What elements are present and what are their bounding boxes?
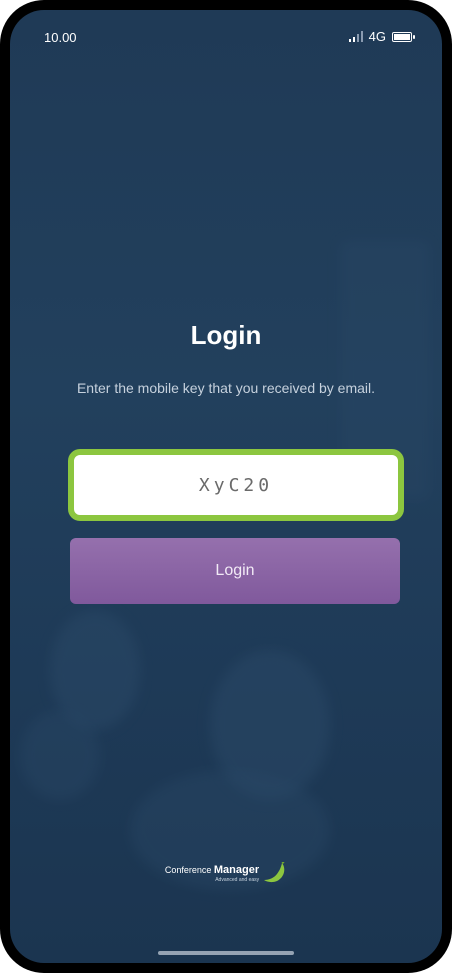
- brand-name-bold: Manager: [213, 863, 260, 876]
- background-crowd: [20, 710, 100, 800]
- signal-icon: [348, 31, 363, 42]
- home-indicator[interactable]: [158, 951, 294, 955]
- network-type: 4G: [368, 29, 386, 44]
- login-instructions: Enter the mobile key that you received b…: [76, 380, 376, 396]
- banana-logo-icon: [264, 862, 285, 883]
- mobile-key-field-highlight: [68, 449, 404, 521]
- page-title: Login: [190, 320, 262, 350]
- brand-tagline: Advanced and easy: [215, 876, 260, 883]
- brand-name-prefix: Conference: [164, 864, 212, 875]
- status-bar: 10.00 4G: [10, 10, 442, 58]
- mobile-key-input[interactable]: [74, 455, 398, 515]
- conference-manager-logo: Conference Manager Advanced and easy: [10, 862, 442, 884]
- brand-text: Conference Manager Advanced and easy: [165, 864, 259, 883]
- login-button[interactable]: Login: [70, 538, 400, 604]
- phone-frame: 10.00 4G Login Enter the mobile key that…: [0, 0, 452, 973]
- status-time: 10.00: [44, 30, 77, 45]
- battery-icon: [392, 31, 415, 42]
- status-indicators: 4G: [348, 29, 415, 44]
- app-screen: 10.00 4G Login Enter the mobile key that…: [10, 10, 442, 963]
